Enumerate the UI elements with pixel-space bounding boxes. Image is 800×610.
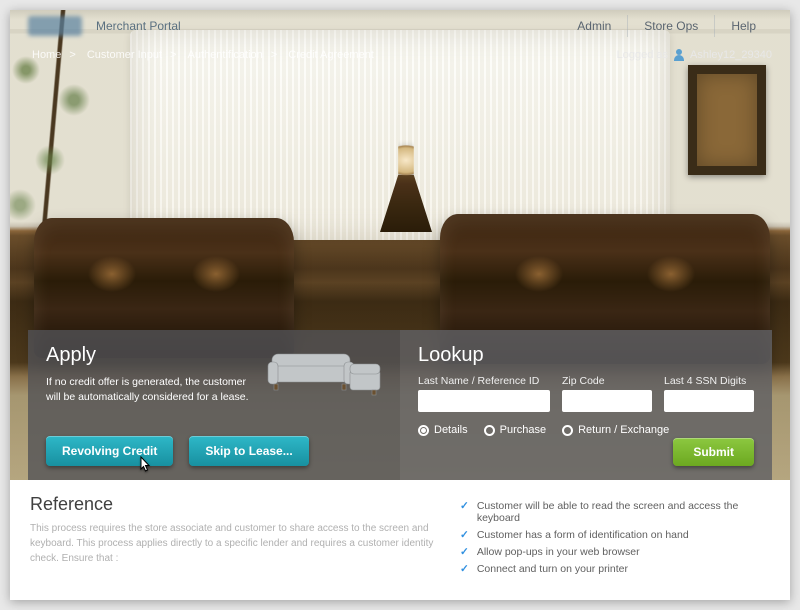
crumb-credit-agreement[interactable]: Credit Agreement xyxy=(288,49,374,61)
crumb-home[interactable]: Home xyxy=(32,49,61,61)
check-icon: ✓ xyxy=(460,546,469,558)
user-icon xyxy=(674,49,684,61)
decor-art xyxy=(688,65,766,175)
check-item-3: ✓Connect and turn on your printer xyxy=(460,563,770,575)
ssn-label: Last 4 SSN Digits xyxy=(664,375,754,387)
apply-panel: Apply If no credit offer is generated, t… xyxy=(28,330,400,480)
logo xyxy=(28,16,82,36)
crumb-authentification[interactable]: Authentification xyxy=(188,49,263,61)
header: Merchant Portal Admin Store Ops Help xyxy=(10,10,790,42)
skip-to-lease-button[interactable]: Skip to Lease... xyxy=(189,436,308,466)
hero-background: Merchant Portal Admin Store Ops Help Hom… xyxy=(10,10,790,480)
lookup-title: Lookup xyxy=(418,344,754,367)
lastname-input[interactable] xyxy=(418,390,550,412)
nav-right: Admin Store Ops Help xyxy=(561,15,772,37)
nav-help[interactable]: Help xyxy=(714,15,772,37)
zip-label: Zip Code xyxy=(562,375,652,387)
logged-label: Logged as xyxy=(617,49,668,61)
radio-details[interactable]: Details xyxy=(418,424,468,436)
subheader: Home> Customer Input> Authentification> … xyxy=(10,42,790,68)
radio-purchase-label: Purchase xyxy=(500,424,546,436)
check-item-0: ✓Customer will be able to read the scree… xyxy=(460,500,770,524)
ssn-input[interactable] xyxy=(664,390,754,412)
nav-admin[interactable]: Admin xyxy=(561,15,627,37)
lastname-label: Last Name / Reference ID xyxy=(418,375,550,387)
zip-input[interactable] xyxy=(562,390,652,412)
radio-return-label: Return / Exchange xyxy=(578,424,669,436)
portal-title: Merchant Portal xyxy=(96,19,181,33)
radio-dot-icon xyxy=(562,425,573,436)
lookup-panel: Lookup Last Name / Reference ID Zip Code… xyxy=(400,330,772,480)
check-item-2: ✓Allow pop-ups in your web browser xyxy=(460,546,770,558)
submit-button[interactable]: Submit xyxy=(673,438,754,466)
check-icon: ✓ xyxy=(460,563,469,575)
sofa-image xyxy=(264,336,384,402)
username: Ashley12_29340 xyxy=(690,49,772,61)
check-icon: ✓ xyxy=(460,500,469,512)
crumb-customer-input[interactable]: Customer Input xyxy=(87,49,162,61)
radio-dot-icon xyxy=(484,425,495,436)
radio-dot-icon xyxy=(418,425,429,436)
radio-purchase[interactable]: Purchase xyxy=(484,424,546,436)
radio-return[interactable]: Return / Exchange xyxy=(562,424,669,436)
revolving-credit-button[interactable]: Revolving Credit xyxy=(46,436,173,466)
radio-details-label: Details xyxy=(434,424,468,436)
check-item-1: ✓Customer has a form of identification o… xyxy=(460,529,770,541)
check-icon: ✓ xyxy=(460,529,469,541)
nav-store-ops[interactable]: Store Ops xyxy=(627,15,714,37)
reference-desc: This process requires the store associat… xyxy=(30,521,440,566)
logged-as: Logged as Ashley12_29340 xyxy=(617,49,772,61)
breadcrumb: Home> Customer Input> Authentification> … xyxy=(28,49,378,61)
reference-section: Reference This process requires the stor… xyxy=(10,480,790,600)
reference-title: Reference xyxy=(30,494,440,515)
apply-desc: If no credit offer is generated, the cus… xyxy=(46,375,256,404)
